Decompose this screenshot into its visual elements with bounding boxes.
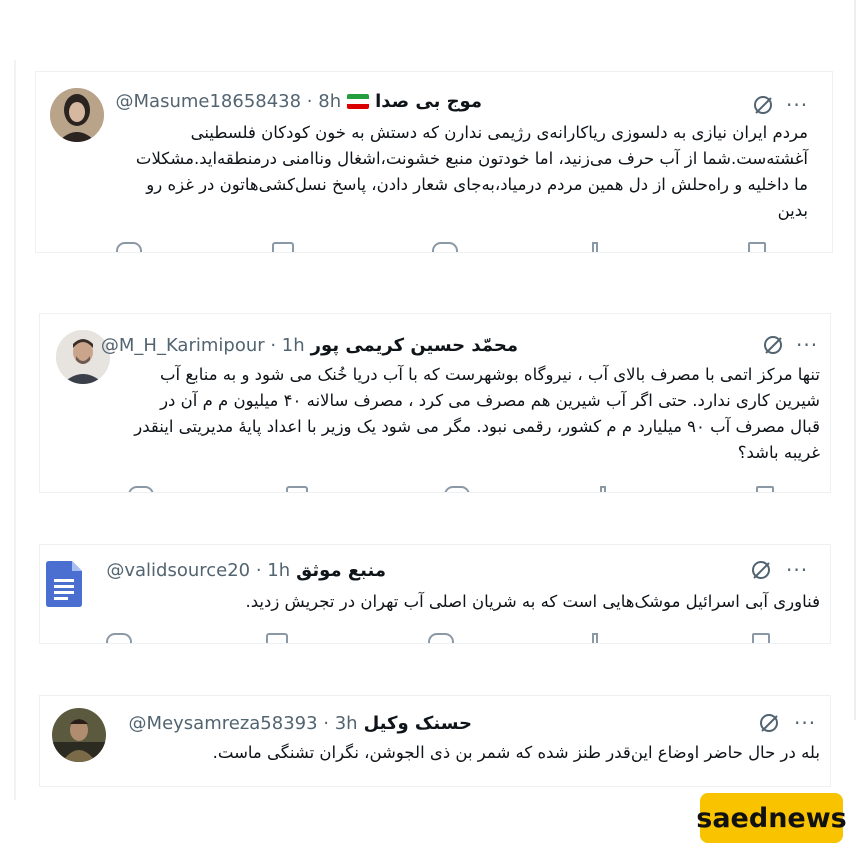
tweet-actions	[40, 486, 830, 492]
more-icon[interactable]: ···	[794, 713, 816, 733]
handle[interactable]: @Meysamreza58393 · 3h	[129, 713, 358, 734]
reply-icon[interactable]	[106, 633, 132, 643]
display-name[interactable]: حسنک وکیل	[364, 713, 472, 734]
more-icon[interactable]: ···	[786, 560, 808, 580]
grok-icon[interactable]	[758, 712, 780, 734]
left-edge	[14, 60, 16, 800]
bookmark-icon[interactable]	[752, 633, 770, 643]
handle[interactable]: @M_H_Karimipour · 1h	[101, 335, 305, 356]
handle[interactable]: @Masume18658438 · 8h	[116, 91, 342, 112]
views-icon[interactable]	[600, 486, 606, 492]
views-icon[interactable]	[592, 242, 598, 252]
retweet-icon[interactable]	[266, 633, 288, 643]
reply-icon[interactable]	[116, 242, 142, 252]
display-name[interactable]: منبع موثق	[296, 560, 386, 581]
display-name[interactable]: محمّد حسین کریمی پور	[311, 335, 518, 356]
tweet-text: تنها مرکز اتمی با مصرف بالای آب ، نیروگا…	[134, 365, 820, 462]
retweet-icon[interactable]	[286, 486, 308, 492]
retweet-icon[interactable]	[272, 242, 294, 252]
tweet-card[interactable]: @Meysamreza58393 · 3h حسنک وکیل ··· بله …	[40, 696, 830, 786]
avatar[interactable]	[52, 708, 106, 762]
reply-icon[interactable]	[128, 486, 154, 492]
bookmark-icon[interactable]	[756, 486, 774, 492]
display-name[interactable]: موج بی صدا	[375, 91, 482, 112]
grok-icon[interactable]	[750, 559, 772, 581]
tweet-card[interactable]: @Masume18658438 · 8h موج بی صدا ··· مردم…	[36, 72, 832, 252]
bookmark-icon[interactable]	[748, 242, 766, 252]
tweet-text: مردم ایران نیازی به دلسوزی ریاکارانه‌ی ر…	[135, 123, 808, 220]
document-icon[interactable]	[46, 561, 82, 607]
like-icon[interactable]	[432, 242, 458, 252]
tweet-card[interactable]: @validsource20 · 1h منبع موثق ··· فناوری…	[40, 545, 830, 643]
like-icon[interactable]	[444, 486, 470, 492]
grok-icon[interactable]	[762, 334, 784, 356]
grok-icon[interactable]	[752, 94, 774, 116]
tweet-actions	[40, 633, 830, 643]
handle[interactable]: @validsource20 · 1h	[106, 560, 290, 581]
tweet-text: بله در حال حاضر اوضاع این‌قدر طنز شده که…	[212, 743, 820, 762]
right-edge	[854, 0, 856, 720]
saednews-logo: saednews	[696, 793, 847, 843]
more-icon[interactable]: ···	[786, 95, 808, 115]
like-icon[interactable]	[428, 633, 454, 643]
tweet-card[interactable]: @M_H_Karimipour · 1h محمّد حسین کریمی پو…	[40, 314, 830, 492]
views-icon[interactable]	[592, 633, 598, 643]
tweet-text: فناوری آبی اسرائیل موشک‌هایی است که به ش…	[245, 592, 820, 611]
tweet-actions	[36, 242, 832, 252]
iran-flag-icon	[347, 93, 370, 109]
avatar[interactable]	[50, 88, 104, 142]
more-icon[interactable]: ···	[796, 335, 818, 355]
